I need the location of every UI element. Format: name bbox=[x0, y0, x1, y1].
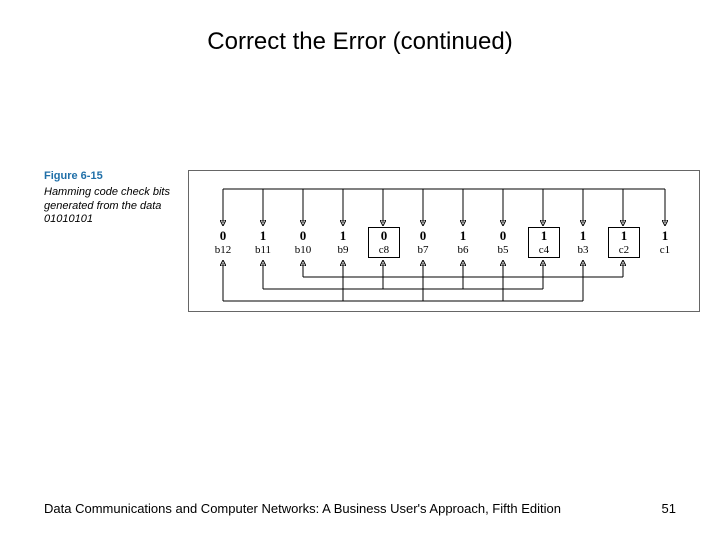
bit-b12: 0b12 bbox=[208, 229, 238, 256]
bit-c8: 0c8 bbox=[368, 227, 400, 258]
footer: Data Communications and Computer Network… bbox=[44, 501, 676, 516]
bit-c4: 1c4 bbox=[528, 227, 560, 258]
hamming-diagram: 0b12 1b11 0b10 1b9 0c8 0b7 1b6 0b5 1c4 1… bbox=[188, 170, 700, 312]
figure-number: Figure 6-15 bbox=[44, 170, 184, 184]
bit-b6: 1b6 bbox=[448, 229, 478, 256]
page-title: Correct the Error (continued) bbox=[0, 0, 720, 56]
figure-caption: Figure 6-15 Hamming code check bits gene… bbox=[44, 170, 184, 227]
bit-c2: 1c2 bbox=[608, 227, 640, 258]
bit-b11: 1b11 bbox=[248, 229, 278, 256]
figure-caption-text: Hamming code check bits generated from t… bbox=[44, 186, 184, 227]
bit-c1: 1c1 bbox=[650, 229, 680, 256]
bit-b9: 1b9 bbox=[328, 229, 358, 256]
bit-b10: 0b10 bbox=[288, 229, 318, 256]
bit-b5: 0b5 bbox=[488, 229, 518, 256]
bit-b3: 1b3 bbox=[568, 229, 598, 256]
bit-b7: 0b7 bbox=[408, 229, 438, 256]
footer-text: Data Communications and Computer Network… bbox=[44, 501, 561, 516]
bit-row: 0b12 1b11 0b10 1b9 0c8 0b7 1b6 0b5 1c4 1… bbox=[189, 229, 699, 273]
page-number: 51 bbox=[662, 501, 676, 516]
